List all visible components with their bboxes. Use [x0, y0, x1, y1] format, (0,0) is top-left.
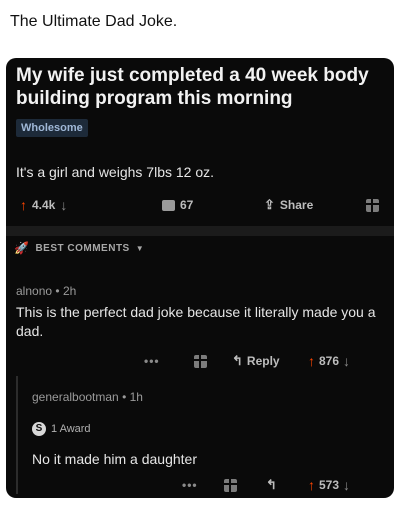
upvote-icon[interactable]: ↑: [20, 197, 27, 213]
award-button[interactable]: [366, 197, 379, 213]
post-vote-group: ↑ 4.4k ↓: [20, 197, 67, 213]
downvote-icon[interactable]: ↓: [60, 197, 67, 213]
comment-button[interactable]: 67: [162, 197, 193, 213]
comment-icon: [162, 199, 175, 211]
post-flair[interactable]: Wholesome: [16, 119, 88, 137]
comment-author[interactable]: alnono: [16, 284, 52, 298]
post-body: It's a girl and weighs 7lbs 12 oz.: [16, 164, 215, 180]
reply-vote-count: 573: [319, 478, 340, 492]
more-button[interactable]: •••: [182, 477, 198, 493]
award-button[interactable]: [194, 353, 207, 369]
share-icon: ⇪: [264, 197, 275, 212]
section-divider: [6, 226, 394, 236]
reply-label: Reply: [246, 354, 280, 368]
reply-button[interactable]: ↰: [266, 477, 277, 493]
comment-sort[interactable]: 🚀 BEST COMMENTS ▼: [14, 241, 144, 255]
gift-icon: [224, 478, 237, 492]
gift-icon: [366, 198, 379, 212]
post-vote-count: 4.4k: [32, 198, 56, 212]
comment-actions: ••• ↰ Reply ↑ 876 ↓: [6, 350, 394, 372]
more-button[interactable]: •••: [144, 353, 160, 369]
reply-author[interactable]: generalbootman: [32, 390, 119, 404]
reply-button[interactable]: ↰ Reply: [232, 353, 280, 369]
reply-icon: ↰: [232, 353, 243, 368]
upvote-icon[interactable]: ↑: [308, 353, 315, 369]
reddit-screenshot: My wife just completed a 40 week body bu…: [6, 58, 394, 498]
more-icon: •••: [182, 478, 198, 492]
comment-meta: alnono • 2h: [16, 284, 77, 298]
post-title[interactable]: My wife just completed a 40 week body bu…: [16, 64, 386, 110]
award-icon: S: [32, 422, 46, 436]
award-label: 1 Award: [51, 423, 91, 435]
reply-meta: generalbootman • 1h: [32, 390, 143, 404]
comment-vote-group: ↑ 876 ↓: [308, 353, 350, 369]
downvote-icon[interactable]: ↓: [343, 477, 350, 493]
chevron-down-icon: ▼: [135, 243, 145, 253]
post-actions: ↑ 4.4k ↓ 67 ⇪ Share: [6, 193, 394, 219]
share-label: Share: [279, 198, 314, 212]
reply-vote-group: ↑ 573 ↓: [308, 477, 350, 493]
award-button[interactable]: [224, 477, 237, 493]
gift-icon: [194, 354, 207, 368]
reply-age: 1h: [129, 390, 143, 404]
comment-age: 2h: [62, 284, 77, 298]
reply-body: No it made him a daughter: [32, 451, 197, 467]
comment-count: 67: [180, 198, 194, 212]
tweet-caption: The Ultimate Dad Joke.: [10, 13, 178, 30]
more-icon: •••: [144, 354, 160, 368]
sort-label: BEST COMMENTS: [35, 242, 130, 254]
rocket-icon: 🚀: [14, 241, 30, 255]
reply-icon: ↰: [266, 477, 277, 492]
comment-vote-count: 876: [319, 354, 340, 368]
reply-actions: ••• ↰ ↑ 573 ↓: [6, 474, 394, 496]
downvote-icon[interactable]: ↓: [343, 353, 350, 369]
share-button[interactable]: ⇪ Share: [264, 197, 313, 213]
comment-body: This is the perfect dad joke because it …: [16, 304, 376, 339]
award-badge[interactable]: S 1 Award: [32, 422, 91, 436]
upvote-icon[interactable]: ↑: [308, 477, 315, 493]
